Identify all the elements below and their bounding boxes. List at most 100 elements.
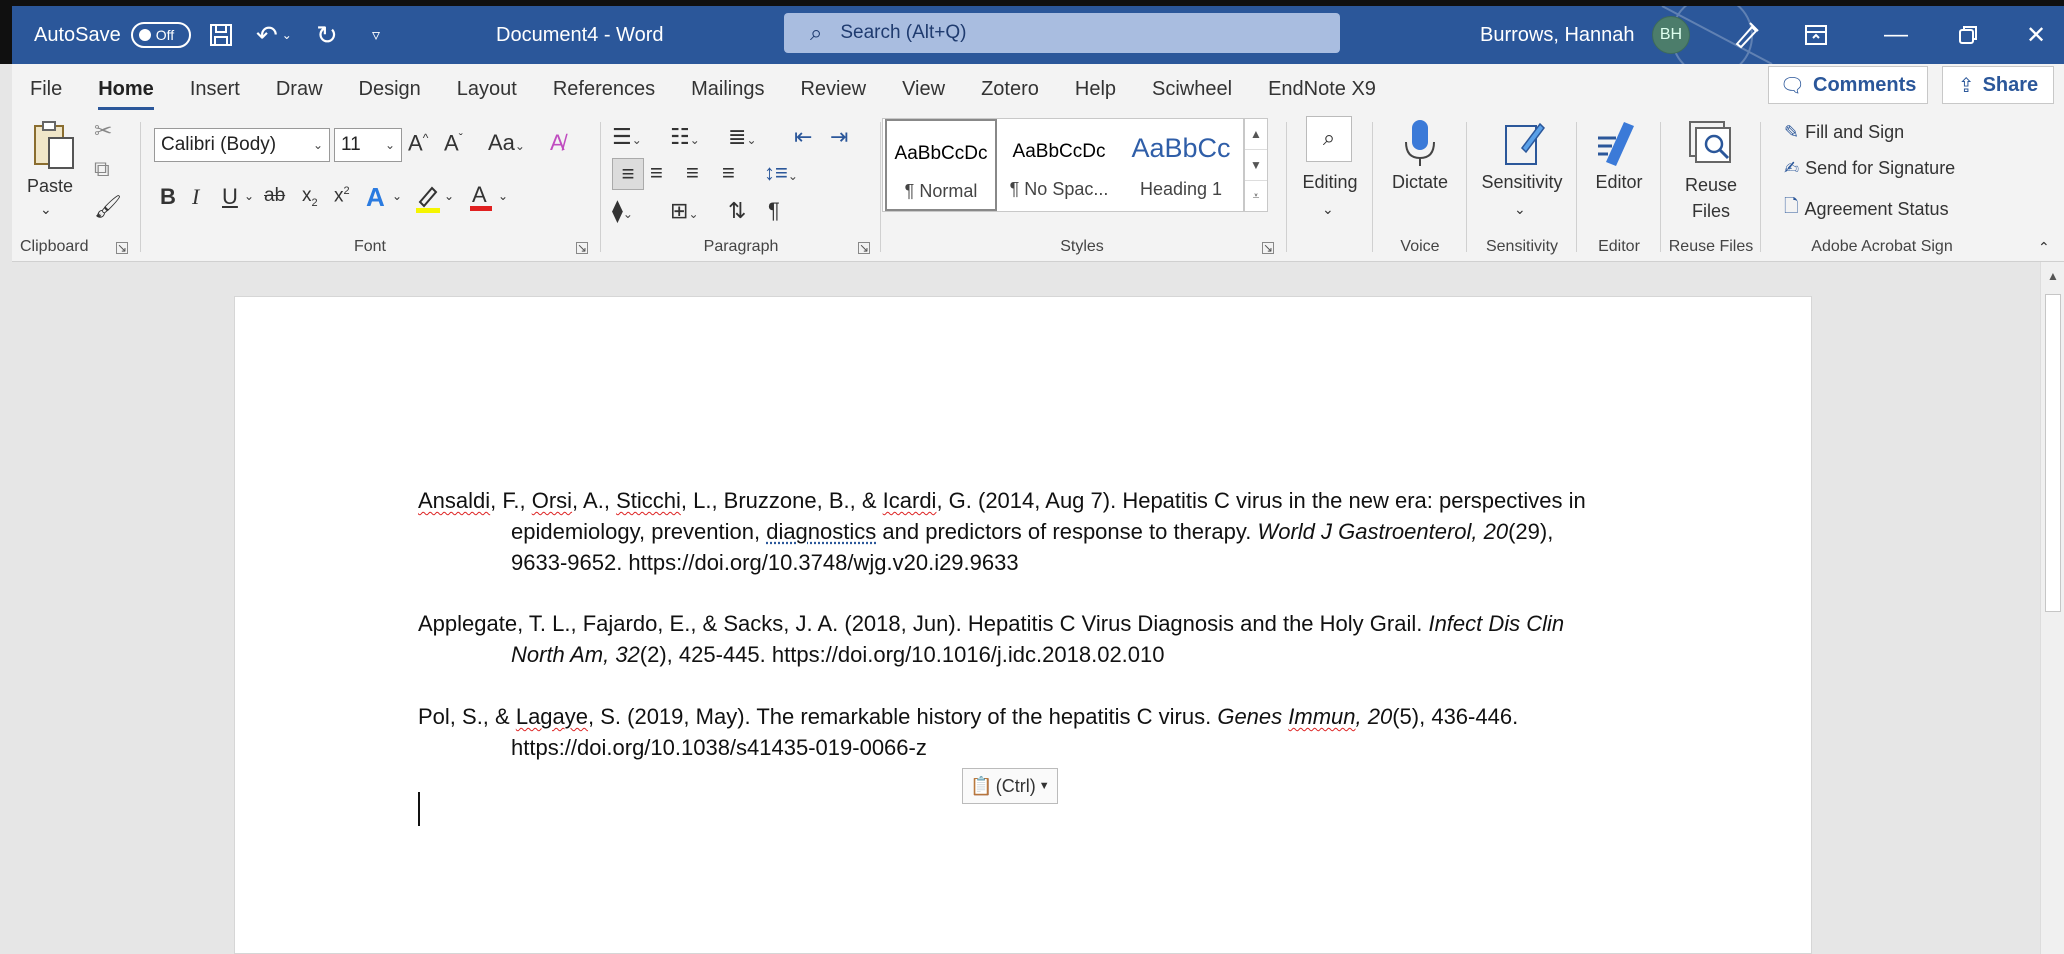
misspelled-word[interactable]: Ansaldi — [418, 488, 490, 513]
tab-references[interactable]: References — [535, 64, 673, 114]
paste-dropdown[interactable]: ⌄ — [40, 202, 52, 216]
tab-help[interactable]: Help — [1057, 64, 1134, 114]
tab-home[interactable]: Home — [80, 64, 172, 114]
line-spacing-icon[interactable]: ↕≡⌄ — [764, 162, 798, 184]
align-center-icon[interactable]: ≡ — [650, 162, 663, 184]
sort-icon[interactable]: ⇅ — [728, 200, 746, 222]
multilevel-list-icon[interactable]: ≣⌄ — [728, 126, 757, 148]
font-launcher[interactable]: ↘ — [576, 242, 588, 254]
undo-button[interactable]: ↶ ⌄ — [256, 6, 292, 64]
misspelled-word[interactable]: Sticchi — [616, 488, 681, 513]
tab-layout[interactable]: Layout — [439, 64, 535, 114]
increase-indent-icon[interactable]: ⇥ — [830, 126, 848, 148]
grammar-flagged-word[interactable]: diagnostics — [766, 519, 876, 544]
separator — [140, 122, 141, 252]
bold-icon[interactable]: B — [160, 186, 176, 208]
underline-icon[interactable]: U — [222, 186, 238, 208]
coauthor-button[interactable] — [1732, 6, 1760, 64]
vertical-scrollbar[interactable]: ▲ — [2040, 262, 2064, 954]
superscript-icon[interactable]: x2 — [334, 186, 350, 206]
text-effects-icon[interactable]: A — [366, 184, 385, 210]
tab-sciwheel[interactable]: Sciwheel — [1134, 64, 1250, 114]
redo-button[interactable]: ↻ — [316, 6, 338, 64]
send-for-signature-button[interactable]: ✍ Send for Signature — [1784, 158, 1955, 179]
tab-view[interactable]: View — [884, 64, 963, 114]
reference-entry: Ansaldi, F., Orsi, A., Sticchi, L., Bruz… — [418, 485, 1618, 578]
send-signature-label: Send for Signature — [1805, 158, 1956, 178]
scrollbar-thumb[interactable] — [2045, 294, 2061, 612]
subscript-icon[interactable]: x2 — [302, 186, 318, 209]
justify-icon[interactable]: ≡ — [722, 162, 735, 184]
font-color-dropdown[interactable]: ⌄ — [498, 190, 508, 202]
cut-icon[interactable]: ✂ — [94, 120, 112, 142]
paste-button[interactable] — [26, 120, 82, 174]
highlight-dropdown[interactable]: ⌄ — [444, 190, 454, 202]
minimize-icon: — — [1884, 21, 1908, 48]
minimize-button[interactable]: — — [1856, 6, 1936, 64]
tab-insert[interactable]: Insert — [172, 64, 258, 114]
bullets-icon[interactable]: ☰⌄ — [612, 126, 642, 148]
show-formatting-icon[interactable]: ¶ — [768, 200, 780, 222]
misspelled-word[interactable]: Orsi — [532, 488, 572, 513]
editor-button[interactable] — [1596, 118, 1642, 172]
fill-and-sign-button[interactable]: ✎ Fill and Sign — [1784, 122, 1904, 143]
format-painter-icon[interactable]: 🖌 — [94, 196, 122, 218]
tab-review[interactable]: Review — [782, 64, 884, 114]
decrease-indent-icon[interactable]: ⇤ — [794, 126, 812, 148]
tab-mailings[interactable]: Mailings — [673, 64, 782, 114]
underline-dropdown[interactable]: ⌄ — [244, 190, 254, 202]
ribbon-display-button[interactable] — [1776, 6, 1856, 64]
paste-options-button[interactable]: 📋 (Ctrl) ▼ — [962, 768, 1058, 804]
shrink-font-icon[interactable]: Aˇ — [444, 132, 463, 154]
share-button[interactable]: ⇪ Share — [1942, 66, 2054, 104]
tab-file[interactable]: File — [12, 64, 80, 114]
dictate-button[interactable] — [1402, 118, 1438, 172]
separator — [1466, 122, 1467, 252]
styles-launcher[interactable]: ↘ — [1262, 242, 1274, 254]
reuse-files-group: Reuse Files Reuse Files — [1664, 114, 1758, 262]
collapse-ribbon-icon[interactable]: ⌃ — [2038, 240, 2050, 254]
reuse-files-button[interactable] — [1688, 120, 1734, 170]
font-name-combo[interactable]: Calibri (Body) ⌄ — [154, 128, 330, 162]
clipboard-launcher[interactable]: ↘ — [116, 242, 128, 254]
search-box[interactable]: ⌕ Search (Alt+Q) — [784, 13, 1340, 53]
comments-button[interactable]: 🗨 Comments — [1768, 66, 1928, 104]
grow-font-icon[interactable]: A^ — [408, 132, 428, 154]
editing-group[interactable]: ⌕ Editing ⌄ — [1290, 114, 1370, 262]
font-color-icon[interactable]: A — [468, 182, 494, 218]
align-right-icon[interactable]: ≡ — [686, 162, 699, 184]
change-case-button[interactable]: Aa⌄ — [488, 132, 525, 154]
user-name[interactable]: Burrows, Hannah — [1480, 6, 1635, 64]
close-button[interactable]: ✕ — [1996, 6, 2064, 64]
align-left-icon[interactable]: ≡ — [612, 158, 644, 190]
separator — [1372, 122, 1373, 252]
misspelled-word[interactable]: Icardi — [883, 488, 937, 513]
copy-icon[interactable]: ⧉ — [94, 158, 110, 180]
text-effects-dropdown[interactable]: ⌄ — [392, 190, 402, 202]
journal-name: , 20 — [1355, 704, 1393, 729]
tab-endnote[interactable]: EndNote X9 — [1250, 64, 1394, 114]
tab-draw[interactable]: Draw — [258, 64, 341, 114]
journal-name: World J Gastroenterol, 20 — [1257, 519, 1509, 544]
chevron-down-icon: ⌄ — [631, 133, 642, 147]
numbering-icon[interactable]: ☷⌄ — [670, 126, 700, 148]
clear-formatting-icon[interactable]: A̸ — [550, 132, 565, 154]
account-button[interactable]: BH — [1652, 6, 1690, 64]
misspelled-word[interactable]: Lagaye — [516, 704, 588, 729]
customize-quick-access-button[interactable]: ▿ — [372, 6, 380, 64]
paragraph-launcher[interactable]: ↘ — [858, 242, 870, 254]
highlight-icon[interactable] — [414, 184, 442, 218]
strikethrough-icon[interactable]: ab — [264, 186, 285, 205]
font-size-combo[interactable]: 11 ⌄ — [334, 128, 402, 162]
agreement-status-button[interactable]: 🗋 Agreement Status — [1784, 194, 1949, 224]
scroll-up-icon[interactable]: ▲ — [2041, 262, 2064, 290]
borders-icon[interactable]: ⊞⌄ — [670, 200, 699, 222]
sensitivity-button[interactable] — [1502, 118, 1546, 172]
autosave-toggle[interactable]: Off — [130, 22, 191, 48]
misspelled-word[interactable]: Immun — [1288, 704, 1355, 729]
shading-icon[interactable]: ⧫⌄ — [612, 200, 633, 222]
italic-icon[interactable]: I — [192, 186, 199, 208]
tab-zotero[interactable]: Zotero — [963, 64, 1057, 114]
tab-design[interactable]: Design — [341, 64, 439, 114]
save-button[interactable] — [208, 6, 234, 64]
